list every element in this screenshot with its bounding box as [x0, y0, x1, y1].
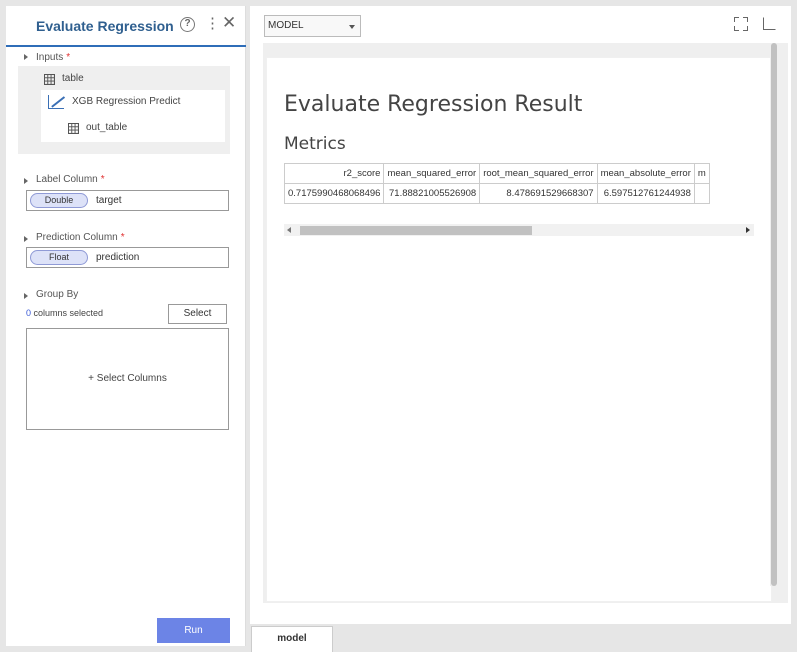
table-row: 0.7175990468068496 71.88821005526908 8.4… — [284, 183, 710, 204]
header-root-mean-squared-error: root_mean_squared_error — [479, 163, 598, 184]
metrics-table: r2_score mean_squared_error root_mean_sq… — [284, 163, 710, 204]
tab-model[interactable]: model — [251, 626, 333, 652]
label-column-field[interactable]: Double target — [26, 190, 229, 211]
metrics-table-wrapper: r2_score mean_squared_error root_mean_sq… — [284, 163, 754, 205]
output-dropdown[interactable]: MODEL — [264, 15, 361, 37]
close-icon[interactable]: ✕ — [222, 14, 236, 32]
result-viewer: MODEL Evaluate Regression Result Metrics… — [250, 6, 791, 624]
columns-selected-suffix: columns selected — [33, 308, 104, 318]
open-external-icon[interactable] — [763, 17, 776, 30]
cell-mean-absolute-error: 6.597512761244938 — [596, 183, 695, 204]
label-column-value: target — [96, 195, 122, 206]
scroll-left-arrow-icon[interactable] — [287, 227, 291, 233]
group-by-label: Group By — [36, 289, 79, 300]
input-node-table[interactable]: table — [62, 73, 84, 84]
prediction-column-value: prediction — [96, 252, 140, 263]
horizontal-scrollbar[interactable] — [284, 224, 754, 236]
result-title: Evaluate Regression Result — [284, 92, 583, 117]
label-column-type-pill: Double — [30, 193, 88, 208]
cell-mean-squared-error: 71.88821005526908 — [383, 183, 481, 204]
vertical-scrollbar-thumb[interactable] — [771, 43, 777, 586]
required-mark: * — [66, 52, 71, 63]
inputs-box: table XGB Regression Predict out_table — [18, 66, 230, 154]
metrics-title: Metrics — [284, 134, 346, 154]
header-truncated: m — [693, 163, 710, 184]
header-r2-score: r2_score — [284, 163, 385, 184]
header-mean-squared-error: mean_squared_error — [383, 163, 481, 184]
run-button[interactable]: Run — [157, 618, 230, 643]
expand-icon[interactable] — [734, 17, 748, 31]
vertical-scrollbar[interactable] — [770, 43, 778, 586]
table-header-row: r2_score mean_squared_error root_mean_sq… — [284, 163, 710, 184]
select-columns-button[interactable]: Select — [168, 304, 227, 324]
cell-r2-score: 0.7175990468068496 — [284, 183, 385, 204]
result-content-panel: Evaluate Regression Result Metrics r2_sc… — [267, 58, 771, 601]
prediction-column-label-text: Prediction Column — [36, 232, 118, 243]
prediction-column-label: Prediction Column * — [36, 232, 125, 243]
cell-truncated — [693, 183, 710, 204]
xgb-predict-node[interactable]: XGB Regression Predict out_table — [41, 90, 225, 142]
panel-title: Evaluate Regression — [36, 18, 174, 34]
prediction-column-type-pill: Float — [30, 250, 88, 265]
select-columns-area[interactable]: + Select Columns — [26, 328, 229, 430]
dropdown-caret-icon — [349, 25, 355, 29]
label-column-label: Label Column * — [36, 174, 105, 185]
prediction-column-field[interactable]: Float prediction — [26, 247, 229, 268]
inputs-label: Inputs * — [36, 52, 70, 63]
more-vertical-icon[interactable]: ⋮ — [205, 16, 220, 32]
table-grid-icon — [68, 123, 79, 134]
line-chart-icon — [48, 95, 65, 109]
table-grid-icon — [44, 74, 55, 85]
prediction-column-caret-icon[interactable] — [24, 236, 28, 242]
group-by-caret-icon[interactable] — [24, 293, 28, 299]
columns-selected-count: 0 — [26, 308, 32, 318]
help-icon[interactable]: ? — [180, 17, 195, 32]
inputs-label-text: Inputs — [36, 52, 64, 63]
inputs-expand-caret-icon[interactable] — [24, 54, 28, 60]
input-node-predict: XGB Regression Predict — [72, 96, 181, 107]
select-columns-label: + Select Columns — [88, 373, 167, 384]
columns-selected-text: 0 columns selected — [26, 308, 103, 318]
label-column-label-text: Label Column — [36, 174, 98, 185]
horizontal-scrollbar-thumb[interactable] — [300, 226, 532, 235]
cell-root-mean-squared-error: 8.478691529668307 — [479, 183, 598, 204]
input-node-out-table: out_table — [86, 122, 128, 133]
evaluate-regression-panel: Evaluate Regression ? ⋮ ✕ Inputs * table … — [6, 6, 246, 646]
header-mean-absolute-error: mean_absolute_error — [596, 163, 695, 184]
title-underline — [6, 45, 246, 47]
scroll-right-arrow-icon[interactable] — [746, 227, 750, 233]
required-mark: * — [100, 174, 105, 185]
output-dropdown-value: MODEL — [268, 20, 304, 31]
label-column-caret-icon[interactable] — [24, 178, 28, 184]
required-mark: * — [120, 232, 125, 243]
